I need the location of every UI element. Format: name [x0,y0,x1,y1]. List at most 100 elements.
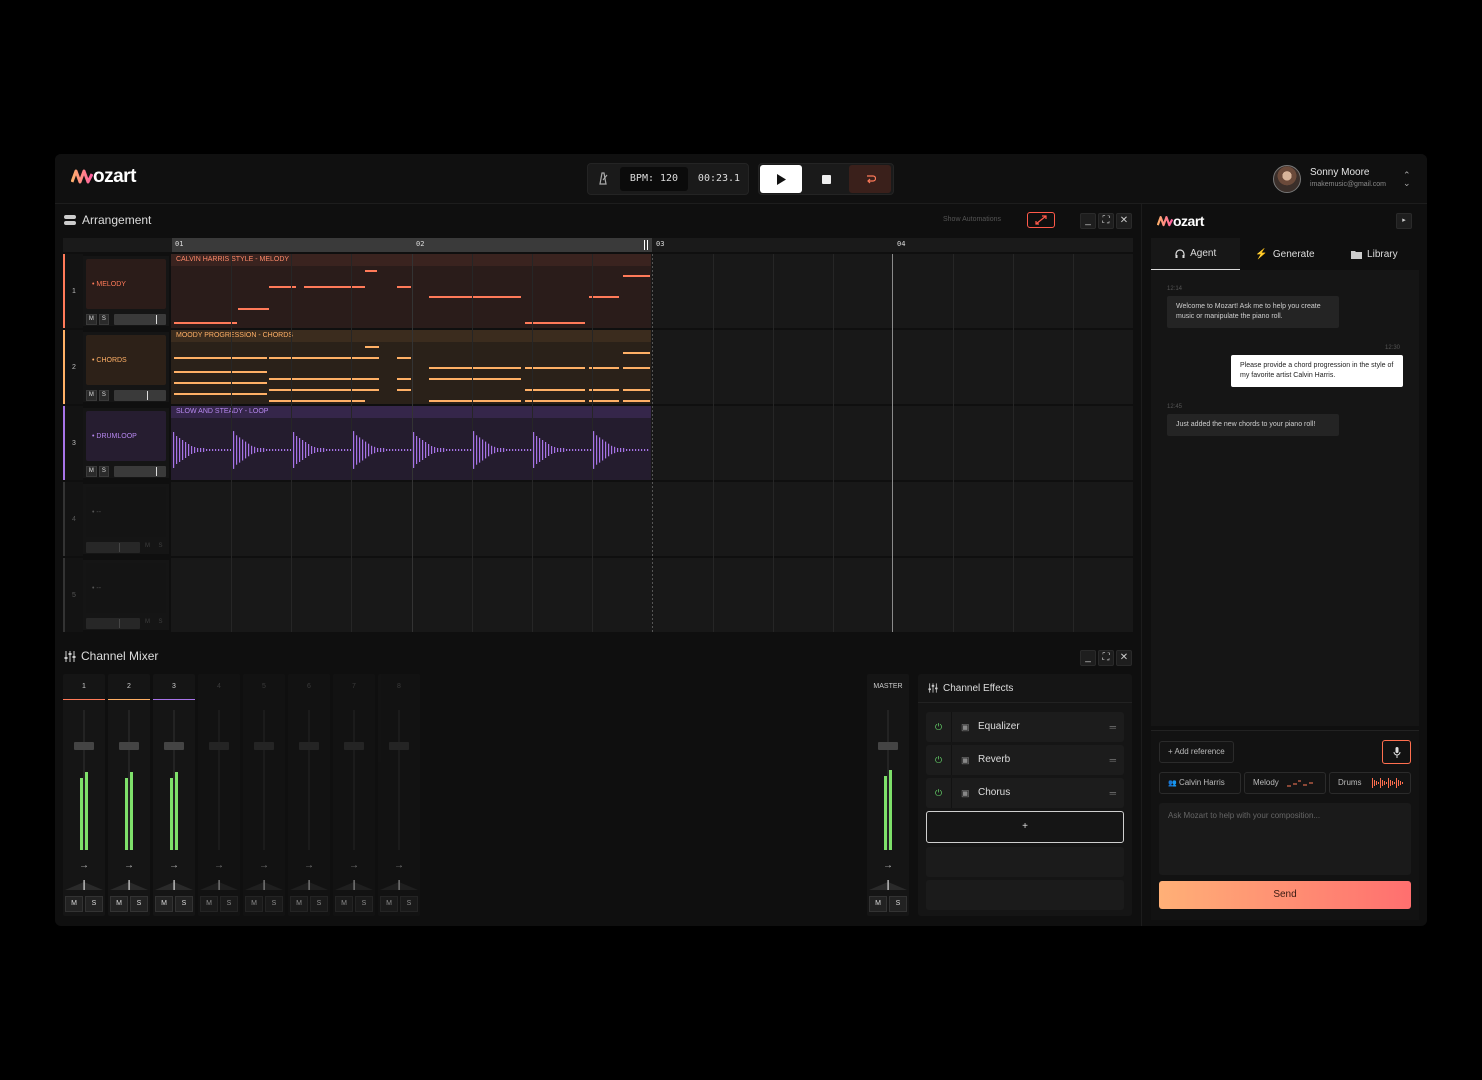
track-volume-slider[interactable] [114,466,166,477]
stop-button[interactable] [805,165,847,193]
bpm-display[interactable]: BPM: 120 [620,167,688,191]
user-menu[interactable]: Sonny Moore imakemusic@gmail.com ⌃ ⌄ [1273,165,1413,193]
channel-fader[interactable] [344,742,364,750]
mute-button[interactable]: M [290,896,308,912]
playhead-handle[interactable] [644,240,648,250]
solo-button[interactable]: S [310,896,328,912]
track-volume-slider[interactable] [86,542,140,553]
pan-knob[interactable] [65,880,103,890]
mute-button[interactable]: M [245,896,263,912]
pan-knob[interactable] [869,880,907,890]
effect-item-equalizer[interactable]: ⏻ ▣ Equalizer ═ [926,712,1124,742]
mute-button[interactable]: M [335,896,353,912]
empty-effect-slot[interactable] [926,880,1124,910]
power-icon[interactable]: ⏻ [926,712,952,742]
mute-button[interactable]: M [200,896,218,912]
mute-button[interactable]: M [142,618,153,629]
tab-agent[interactable]: Agent [1151,238,1241,270]
pan-knob[interactable] [335,880,373,890]
solo-button[interactable]: S [400,896,418,912]
solo-button[interactable]: S [85,896,103,912]
pan-knob[interactable] [245,880,283,890]
chat-history[interactable]: 12:14 Welcome to Mozart! Ask me to help … [1151,270,1419,726]
channel-fader[interactable] [299,742,319,750]
pan-knob[interactable] [380,880,418,890]
track-name[interactable]: • -- [86,563,166,613]
solo-button[interactable]: S [155,542,166,553]
route-arrow-icon[interactable]: → [198,860,240,871]
solo-button[interactable]: S [98,466,110,477]
close-icon[interactable]: ✕ [1116,650,1132,666]
solo-button[interactable]: S [889,896,907,912]
mute-button[interactable]: M [869,896,887,912]
route-arrow-icon[interactable]: → [243,860,285,871]
mute-button[interactable]: M [155,896,173,912]
reference-chip-melody[interactable]: Melody [1244,772,1326,794]
send-button[interactable]: Send [1159,881,1411,909]
drag-handle-icon[interactable]: ═ [1110,778,1116,808]
metronome-icon[interactable] [596,171,612,187]
mute-button[interactable]: M [86,314,97,325]
microphone-button[interactable] [1382,740,1411,764]
track-name[interactable]: • -- [86,487,166,537]
reference-chip-artist[interactable]: 👥 Calvin Harris [1159,772,1241,794]
route-arrow-icon[interactable]: → [867,860,909,871]
solo-button[interactable]: S [175,896,193,912]
master-fader[interactable] [878,742,898,750]
solo-button[interactable]: S [355,896,373,912]
track-volume-slider[interactable] [114,314,166,325]
route-arrow-icon[interactable]: → [333,860,375,871]
empty-effect-slot[interactable] [926,847,1124,877]
melody-clip[interactable]: CALVIN HARRIS STYLE - MELODY [171,254,651,328]
channel-fader[interactable] [209,742,229,750]
mute-button[interactable]: M [65,896,83,912]
channel-fader[interactable] [164,742,184,750]
track-name[interactable]: • CHORDS [86,335,166,385]
solo-button[interactable]: S [155,618,166,629]
close-icon[interactable]: ✕ [1116,213,1132,229]
fullscreen-icon[interactable]: ⛶ [1098,213,1114,229]
pan-knob[interactable] [110,880,148,890]
drumloop-clip[interactable]: SLOW AND STEADY - LOOP [171,406,651,480]
automation-toggle[interactable] [1027,212,1055,228]
channel-fader[interactable] [119,742,139,750]
route-arrow-icon[interactable]: → [63,860,105,871]
channel-fader[interactable] [74,742,94,750]
timeline-ruler[interactable]: 01 02 03 04 [63,238,1133,252]
track-name[interactable]: • MELODY [86,259,166,309]
mute-button[interactable]: M [110,896,128,912]
tab-generate[interactable]: ⚡ Generate [1240,238,1329,270]
channel-fader[interactable] [389,742,409,750]
route-arrow-icon[interactable]: → [108,860,150,871]
play-button[interactable] [760,165,802,193]
drag-handle-icon[interactable]: ═ [1110,712,1116,742]
solo-button[interactable]: S [130,896,148,912]
collapse-panel-icon[interactable]: ▸ [1396,213,1412,229]
channel-fader[interactable] [254,742,274,750]
mute-button[interactable]: M [142,542,153,553]
fullscreen-icon[interactable]: ⛶ [1098,650,1114,666]
reference-chip-drums[interactable]: Drums [1329,772,1411,794]
solo-button[interactable]: S [98,314,110,325]
drag-handle-icon[interactable]: ═ [1110,745,1116,775]
minimize-icon[interactable]: _ [1080,650,1096,666]
pan-knob[interactable] [290,880,328,890]
route-arrow-icon[interactable]: → [153,860,195,871]
mute-button[interactable]: M [86,390,97,401]
mute-button[interactable]: M [380,896,398,912]
pan-knob[interactable] [200,880,238,890]
mute-button[interactable]: M [86,466,97,477]
tab-library[interactable]: Library [1330,238,1419,270]
route-arrow-icon[interactable]: → [378,860,420,871]
track-name[interactable]: • DRUMLOOP [86,411,166,461]
minimize-icon[interactable]: _ [1080,213,1096,229]
solo-button[interactable]: S [265,896,283,912]
effect-item-chorus[interactable]: ⏻ ▣ Chorus ═ [926,778,1124,808]
track-volume-slider[interactable] [86,618,140,629]
effect-item-reverb[interactable]: ⏻ ▣ Reverb ═ [926,745,1124,775]
add-reference-button[interactable]: + Add reference [1159,741,1234,763]
solo-button[interactable]: S [220,896,238,912]
prompt-textarea[interactable]: Ask Mozart to help with your composition… [1159,803,1411,875]
chords-clip[interactable]: MOODY PROGRESSION - CHORDS [171,330,651,404]
add-effect-button[interactable]: + [926,811,1124,843]
